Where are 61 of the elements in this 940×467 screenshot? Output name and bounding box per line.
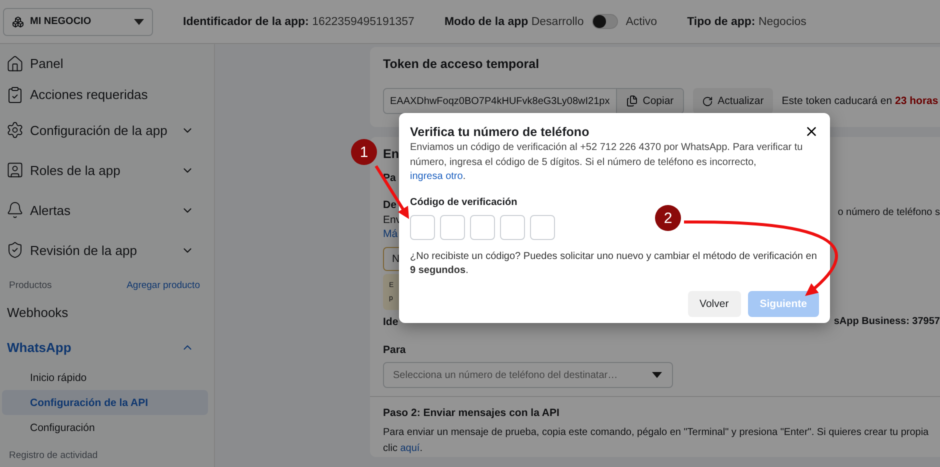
- text-fragment: Ide: [383, 316, 398, 330]
- caret-icon: [134, 18, 144, 24]
- step-title: Paso 2: Enviar mensajes con la API: [383, 407, 560, 421]
- sidebar-subitem[interactable]: Configuración: [2, 415, 208, 440]
- settings-icon: [6, 121, 24, 139]
- app-id-text: Identificador de la app: 1622359495191357: [183, 16, 414, 28]
- caret-icon: [652, 372, 662, 378]
- product-item[interactable]: Webhooks: [0, 295, 214, 330]
- section-label: Productos: [9, 280, 52, 291]
- refresh-button[interactable]: Actualizar: [692, 88, 773, 114]
- dialog-text: Enviamos un código de verificación al +52 712 226 4370 por WhatsApp. Para verificar tu número, ingresa el código de 5 dígitos. Si el número de teléfono es incorrecto, ingresa otro.: [410, 141, 804, 184]
- sidebar-item[interactable]: Acciones requeridas: [0, 79, 214, 110]
- copy-icon: [626, 95, 638, 107]
- sidebar-item[interactable]: Roles de la app: [0, 150, 214, 190]
- contact-card-icon: [6, 161, 24, 179]
- enter-other-link[interactable]: ingresa otro: [410, 171, 463, 182]
- refresh-icon: [702, 96, 713, 106]
- home-icon: [6, 54, 24, 72]
- section-label: Registro de actividad: [9, 450, 98, 461]
- card-title: Token de acceso temporal: [383, 57, 540, 71]
- field-label: Para: [383, 344, 407, 356]
- close-button[interactable]: [804, 124, 819, 139]
- business-dropdown[interactable]: MI NEGOCIO: [3, 8, 153, 36]
- add-product-link[interactable]: Agregar producto: [126, 280, 200, 291]
- recipient-select[interactable]: Selecciona un número de teléfono del destinatar…: [383, 362, 673, 388]
- app-type-text: Tipo de app: Negocios: [687, 16, 806, 28]
- code-digit-field[interactable]: [470, 214, 495, 240]
- sidebar-subitem[interactable]: Inicio rápido: [2, 365, 208, 390]
- dialog-title: Verifica tu número de teléfono: [410, 124, 590, 138]
- resend-text: ¿No recibiste un código? Puedes solicitar uno nuevo y cambiar el método de verificación en 9 segundos.: [410, 250, 818, 278]
- sidebar-item[interactable]: Panel: [0, 48, 214, 79]
- mode-switch[interactable]: [592, 14, 618, 29]
- copy-button[interactable]: Copiar: [616, 89, 683, 113]
- text-fragment: o número de teléfono s: [838, 207, 940, 220]
- product-item[interactable]: WhatsApp: [0, 330, 214, 365]
- field-label: Código de verificación: [410, 196, 518, 208]
- step-text: clic aquí.: [383, 442, 424, 456]
- code-digit-field[interactable]: [530, 214, 555, 240]
- text-fragment: sApp Business: 37957: [834, 316, 940, 329]
- step-badge: 1: [351, 139, 377, 165]
- close-icon: [804, 124, 819, 139]
- clipboard-icon: [6, 86, 24, 104]
- step-text: Para enviar un mensaje de prueba, copia este comando, pégalo en "Terminal" y presiona "Enter". Si quieres crear tu propia: [383, 426, 930, 440]
- text-fragment: De: [383, 199, 398, 213]
- sidebar-item[interactable]: Alertas: [0, 190, 214, 230]
- active-label: Activo: [626, 16, 658, 28]
- heading-fragment: En: [383, 147, 400, 163]
- back-button[interactable]: Volver: [688, 291, 741, 317]
- step-badge: 2: [655, 205, 681, 231]
- code-digit-field[interactable]: [410, 214, 435, 240]
- sidebar-item[interactable]: Revisión de la app: [0, 230, 214, 270]
- expiry-text: Este token caducará en 23 horas: [782, 95, 938, 107]
- bell-icon: [6, 201, 24, 219]
- code-digit-field[interactable]: [440, 214, 465, 240]
- sidebar-subitem[interactable]: Configuración de la API: [2, 390, 208, 415]
- app-icon: [12, 16, 24, 28]
- sidebar-item[interactable]: Configuración de la app: [0, 110, 214, 150]
- code-digit-field[interactable]: [500, 214, 525, 240]
- here-link[interactable]: aquí: [400, 443, 420, 454]
- shield-check-icon: [6, 241, 24, 259]
- app-mode-text: Modo de la app Desarrollo: [444, 16, 584, 28]
